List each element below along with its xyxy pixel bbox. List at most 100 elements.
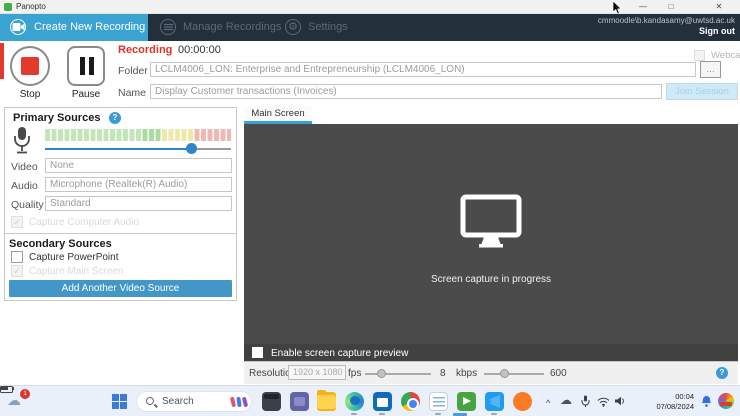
- panopto-window: Panopto — □ ✕ Create New Recording Manag…: [0, 0, 740, 416]
- add-video-source-button[interactable]: Add Another Video Source: [9, 280, 232, 297]
- folder-label: Folder: [118, 65, 148, 77]
- recording-timer: 00:00:00: [178, 44, 221, 56]
- main-navbar: Create New Recording Manage Recordings ⚙…: [0, 14, 740, 41]
- maximize-button[interactable]: □: [662, 1, 680, 13]
- audio-source-select[interactable]: Microphone (Realtek(R) Audio): [45, 177, 232, 192]
- onedrive-icon[interactable]: ☁: [560, 393, 572, 407]
- webcast-checkbox[interactable]: [694, 50, 705, 61]
- kbps-slider-track[interactable]: [484, 373, 544, 375]
- list-icon: [160, 19, 176, 35]
- taskbar-xampp-icon[interactable]: [513, 392, 532, 411]
- quality-label: Quality: [11, 199, 44, 211]
- recording-indicator-strip: [0, 43, 4, 79]
- tab-main-screen[interactable]: Main Screen: [244, 106, 312, 124]
- search-icon: [146, 397, 154, 405]
- account-area: cmmoodle\b.kandasamy@uwtsd.ac.uk Sign ou…: [598, 16, 735, 36]
- running-indicator: [491, 413, 497, 415]
- sign-out-link[interactable]: Sign out: [598, 26, 735, 36]
- search-highlights-icon: [230, 397, 236, 408]
- capture-computer-audio-label: Capture Computer Audio: [29, 217, 139, 228]
- taskbar-file-explorer-icon[interactable]: [317, 392, 336, 411]
- sources-panel: Primary Sources ? Video None Audio Micro…: [4, 107, 237, 301]
- tray-chevron-up-icon[interactable]: ^: [546, 398, 550, 408]
- tray-recorder-icon[interactable]: [718, 393, 734, 409]
- notification-badge: 1: [20, 389, 30, 399]
- capture-settings-bar: Resolution 1920 x 1080 fps 8 kbps 600 ?: [244, 361, 738, 384]
- running-indicator: [435, 413, 441, 415]
- recording-header: Stop Pause Recording 00:00:00 Webcast Fo…: [0, 41, 740, 105]
- taskbar-vscode-icon[interactable]: [485, 392, 504, 411]
- volume-slider-track[interactable]: [45, 148, 231, 150]
- minimize-button[interactable]: —: [634, 1, 652, 13]
- account-email: cmmoodle\b.kandasamy@uwtsd.ac.uk: [598, 16, 735, 25]
- pause-bar-icon: [80, 57, 85, 75]
- video-source-select[interactable]: None: [45, 158, 232, 173]
- browse-folder-button[interactable]: …: [700, 61, 721, 78]
- search-highlights-icon: [242, 397, 248, 408]
- capture-main-screen-checkbox[interactable]: ✓: [11, 265, 23, 277]
- enable-preview-label: Enable screen capture preview: [271, 348, 408, 359]
- notifications-bell-icon[interactable]: [701, 395, 712, 409]
- resolution-input[interactable]: 1920 x 1080: [288, 365, 346, 380]
- close-button[interactable]: ✕: [710, 1, 728, 13]
- taskbar-search[interactable]: Search: [136, 391, 252, 412]
- pause-label: Pause: [66, 89, 106, 100]
- running-indicator: [351, 413, 357, 415]
- taskbar-notepad-icon[interactable]: [429, 392, 448, 411]
- capture-powerpoint-label: Capture PowerPoint: [29, 252, 119, 263]
- kbps-label: kbps: [456, 368, 477, 379]
- capture-powerpoint-checkbox[interactable]: [11, 251, 23, 263]
- secondary-sources-title: Secondary Sources: [9, 238, 112, 250]
- titlebar: Panopto — □ ✕: [0, 0, 740, 14]
- start-button[interactable]: [112, 394, 127, 409]
- fps-slider-handle[interactable]: [377, 369, 386, 378]
- tab-create-new-recording[interactable]: Create New Recording: [0, 14, 148, 41]
- microphone-icon: [11, 126, 33, 161]
- enable-preview-checkbox[interactable]: [252, 347, 263, 358]
- taskbar-teams-icon[interactable]: [290, 392, 309, 411]
- window-title: Panopto: [16, 2, 46, 11]
- fps-slider-track[interactable]: [365, 373, 431, 375]
- audio-label: Audio: [11, 180, 38, 192]
- windows-taskbar: ☁ 1 Search ^ ☁: [0, 385, 740, 416]
- stop-square-icon: [21, 57, 39, 75]
- tray-clock[interactable]: 00:04 07/08/2024: [646, 392, 694, 411]
- webcast-label: Webcast: [711, 50, 740, 61]
- tray-date: 07/08/2024: [646, 402, 694, 412]
- capture-main-screen-label: Capture Main Screen: [29, 266, 124, 277]
- settings-help-icon[interactable]: ?: [716, 367, 728, 379]
- volume-slider-handle[interactable]: [186, 143, 197, 154]
- folder-input[interactable]: LCLM4006_LON: Enterprise and Entrepreneu…: [150, 62, 696, 77]
- enable-preview-row: Enable screen capture preview: [244, 344, 738, 361]
- primary-sources-help-icon[interactable]: ?: [109, 112, 121, 124]
- monitor-icon: [460, 194, 522, 253]
- video-label: Video: [11, 161, 38, 173]
- pause-button[interactable]: [67, 46, 105, 86]
- session-name-input[interactable]: Display Customer transactions (Invoices): [150, 84, 662, 99]
- pause-bar-icon: [89, 57, 94, 75]
- capture-computer-audio-checkbox[interactable]: ✓: [11, 216, 23, 228]
- wifi-icon[interactable]: [597, 397, 610, 409]
- weather-widget-icon[interactable]: ☁: [7, 392, 21, 409]
- taskbar-app-window-icon[interactable]: [262, 392, 281, 411]
- panel-divider: [5, 233, 236, 234]
- taskbar-chrome-icon[interactable]: [401, 392, 420, 411]
- kbps-slider-handle[interactable]: [500, 369, 509, 378]
- taskbar-store-icon[interactable]: [373, 392, 392, 411]
- capture-status-text: Screen capture in progress: [244, 274, 738, 285]
- preview-tabstrip: Main Screen: [244, 105, 738, 124]
- running-indicator: [379, 413, 385, 415]
- recording-status-label: Recording: [118, 44, 172, 56]
- panopto-logo-icon: [4, 3, 12, 11]
- taskbar-panopto-icon[interactable]: [457, 392, 476, 411]
- taskbar-edge-icon[interactable]: [345, 392, 364, 411]
- tray-microphone-icon[interactable]: [581, 395, 590, 410]
- stop-button[interactable]: [10, 46, 50, 86]
- volume-icon[interactable]: [614, 396, 626, 408]
- quality-select[interactable]: Standard: [45, 196, 232, 211]
- screen-capture-preview: Screen capture in progress Enable screen…: [244, 124, 738, 361]
- fps-label: fps: [348, 368, 361, 379]
- active-running-indicator: [453, 413, 467, 416]
- join-session-button[interactable]: Join Session: [666, 83, 738, 100]
- stop-label: Stop: [10, 89, 50, 100]
